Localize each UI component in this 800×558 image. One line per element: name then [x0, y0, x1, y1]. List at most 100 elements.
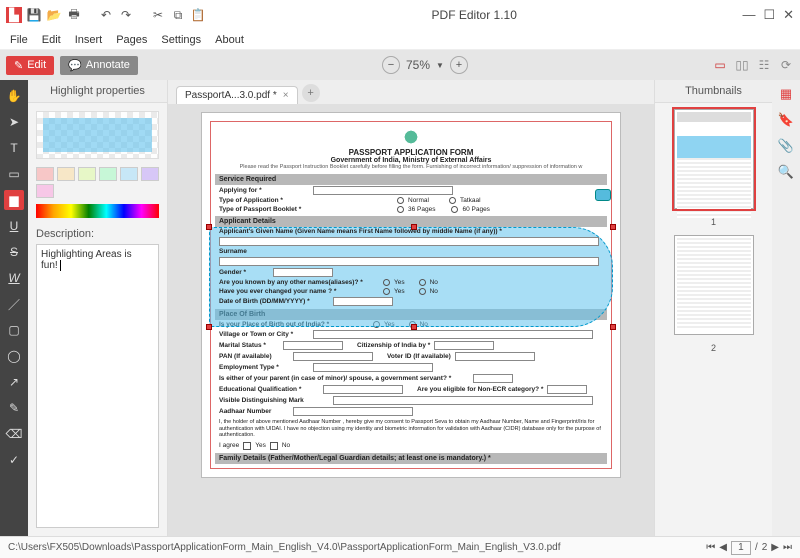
page-number-input[interactable]: 1 [731, 541, 751, 555]
circle-tool-icon[interactable]: ◯ [4, 346, 24, 366]
fld-village[interactable] [313, 330, 593, 339]
fld-pan[interactable] [293, 352, 373, 361]
underline-tool-icon[interactable]: U [4, 216, 24, 236]
fld-non-ecr[interactable] [547, 385, 587, 394]
swatch[interactable] [36, 167, 54, 181]
radio-tatkaal[interactable] [449, 197, 456, 204]
swatch[interactable] [99, 167, 117, 181]
description-input[interactable]: Highlighting Areas is fun! [36, 244, 159, 528]
menu-about[interactable]: About [215, 34, 244, 46]
note-tool-icon[interactable]: ▭ [4, 164, 24, 184]
close-button[interactable]: ✕ [783, 7, 794, 23]
fld-gender[interactable] [273, 268, 333, 277]
menu-edit[interactable]: Edit [42, 34, 61, 46]
thumbnail-1[interactable] [674, 109, 754, 209]
menu-settings[interactable]: Settings [161, 34, 201, 46]
tab-close-icon[interactable]: × [283, 90, 289, 101]
fld-applying-for[interactable] [313, 186, 453, 195]
stamp-tool-icon[interactable]: ✓ [4, 450, 24, 470]
radio-alias-no[interactable] [419, 279, 426, 286]
layout-continuous-icon[interactable]: ☷ [756, 57, 772, 73]
undo-icon[interactable]: ↶ [98, 7, 114, 23]
cut-icon[interactable]: ✂ [150, 7, 166, 23]
first-page-icon[interactable]: ⏮ [706, 542, 715, 553]
minimize-button[interactable]: — [742, 7, 755, 23]
right-tool-tray: ▦ 🔖 📎 🔍 [772, 80, 800, 536]
copy-icon[interactable]: ⧉ [170, 7, 186, 23]
zoom-dropdown-icon[interactable]: ▼ [436, 61, 444, 70]
fld-given-name[interactable] [219, 237, 599, 246]
open-icon[interactable]: 📂 [46, 7, 62, 23]
swatch[interactable] [36, 184, 54, 198]
fld-aadhaar[interactable] [293, 407, 413, 416]
zoom-out-button[interactable]: − [382, 56, 400, 74]
menu-insert[interactable]: Insert [75, 34, 103, 46]
fld-marital[interactable] [283, 341, 343, 350]
fld-edu[interactable] [323, 385, 403, 394]
menu-file[interactable]: File [10, 34, 28, 46]
fld-parent-gov[interactable] [473, 374, 513, 383]
maximize-button[interactable]: ☐ [763, 7, 775, 23]
redo-icon[interactable]: ↷ [118, 7, 134, 23]
last-page-icon[interactable]: ⏭ [783, 542, 792, 553]
swatch[interactable] [78, 167, 96, 181]
bookmarks-icon[interactable]: 🔖 [778, 112, 794, 128]
resize-handle-s[interactable] [411, 324, 417, 330]
select-tool-icon[interactable]: ➤ [4, 112, 24, 132]
highlight-tool-icon[interactable]: ▆ [4, 190, 24, 210]
prev-page-icon[interactable]: ◀ [719, 542, 727, 553]
new-tab-button[interactable]: + [302, 84, 320, 102]
swatch[interactable] [141, 167, 159, 181]
paste-icon[interactable]: 📋 [190, 7, 206, 23]
radio-36[interactable] [397, 206, 404, 213]
pencil-tool-icon[interactable]: ✎ [4, 398, 24, 418]
attachments-icon[interactable]: 📎 [778, 138, 794, 154]
resize-handle-sw[interactable] [206, 324, 212, 330]
next-page-icon[interactable]: ▶ [771, 542, 779, 553]
annotate-mode-button[interactable]: 💬Annotate [60, 56, 138, 75]
rect-tool-icon[interactable]: ▢ [4, 320, 24, 340]
fld-citizenship[interactable] [434, 341, 494, 350]
menu-pages[interactable]: Pages [116, 34, 147, 46]
layout-single-icon[interactable]: ▭ [712, 57, 728, 73]
resize-handle-se[interactable] [610, 324, 616, 330]
eraser-tool-icon[interactable]: ⌫ [4, 424, 24, 444]
rotate-icon[interactable]: ⟳ [778, 57, 794, 73]
hand-tool-icon[interactable]: ✋ [4, 86, 24, 106]
thumbnail-2[interactable] [674, 235, 754, 335]
resize-handle-nw[interactable] [206, 224, 212, 230]
thumbnails-icon[interactable]: ▦ [780, 86, 792, 102]
fld-marks[interactable] [333, 396, 593, 405]
save-icon[interactable]: 💾 [26, 7, 42, 23]
search-icon[interactable]: 🔍 [778, 164, 794, 180]
radio-60[interactable] [451, 206, 458, 213]
strike-tool-icon[interactable]: S [4, 242, 24, 262]
arrow-tool-icon[interactable]: ↗ [4, 372, 24, 392]
radio-alias-yes[interactable] [383, 279, 390, 286]
page-viewport[interactable]: PASSPORT APPLICATION FORM Government of … [168, 104, 654, 536]
line-tool-icon[interactable]: ／ [4, 294, 24, 314]
swatch[interactable] [57, 167, 75, 181]
chk-agree-yes[interactable] [243, 442, 251, 450]
fld-surname[interactable] [219, 257, 599, 266]
edit-mode-button[interactable]: ✎Edit [6, 56, 54, 75]
fld-employment[interactable] [313, 363, 433, 372]
lbl-surname: Surname [219, 248, 309, 255]
zoom-level[interactable]: 75% [406, 58, 430, 72]
resize-handle-ne[interactable] [610, 224, 616, 230]
radio-chg-yes[interactable] [383, 288, 390, 295]
zoom-in-button[interactable]: + [450, 56, 468, 74]
document-tab[interactable]: PassportA...3.0.pdf * × [176, 86, 298, 104]
fld-voter[interactable] [455, 352, 535, 361]
fld-dob[interactable] [333, 297, 393, 306]
layout-facing-icon[interactable]: ▯▯ [734, 57, 750, 73]
swatch[interactable] [120, 167, 138, 181]
squiggle-tool-icon[interactable]: W [4, 268, 24, 288]
radio-normal[interactable] [397, 197, 404, 204]
radio-chg-no[interactable] [419, 288, 426, 295]
hue-picker[interactable] [36, 204, 159, 218]
chk-agree-no[interactable] [270, 442, 278, 450]
text-tool-icon[interactable]: T [4, 138, 24, 158]
annotation-note-icon[interactable] [595, 189, 611, 201]
print-icon[interactable]: 🖶 [66, 7, 82, 23]
